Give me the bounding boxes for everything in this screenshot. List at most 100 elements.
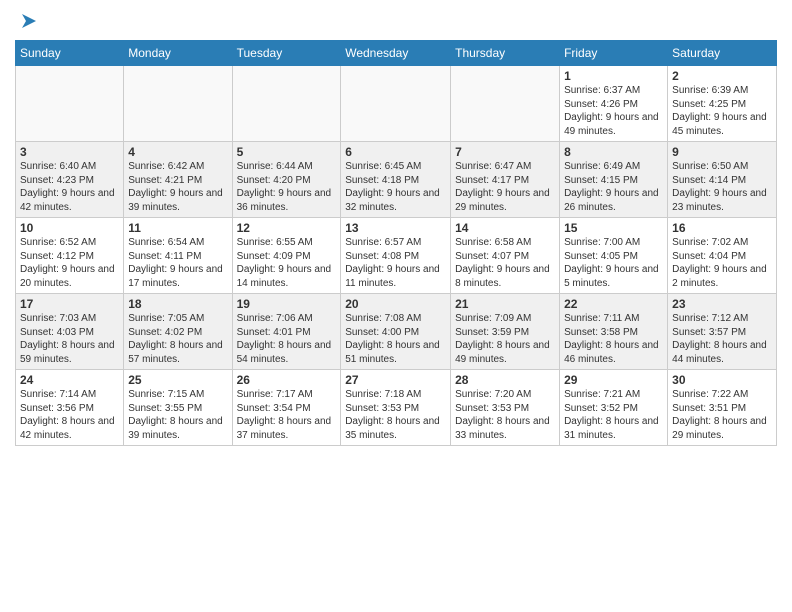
day-number: 27: [345, 373, 446, 387]
calendar-cell: 24Sunrise: 7:14 AMSunset: 3:56 PMDayligh…: [16, 370, 124, 446]
calendar-week-row: 24Sunrise: 7:14 AMSunset: 3:56 PMDayligh…: [16, 370, 777, 446]
calendar-cell: 10Sunrise: 6:52 AMSunset: 4:12 PMDayligh…: [16, 218, 124, 294]
day-number: 25: [128, 373, 227, 387]
col-thursday: Thursday: [451, 41, 560, 66]
day-info: Sunrise: 7:14 AMSunset: 3:56 PMDaylight:…: [20, 388, 119, 442]
day-number: 16: [672, 221, 772, 235]
day-number: 5: [237, 145, 337, 159]
day-info: Sunrise: 7:11 AMSunset: 3:58 PMDaylight:…: [564, 312, 663, 366]
day-info: Sunrise: 6:52 AMSunset: 4:12 PMDaylight:…: [20, 236, 119, 290]
calendar-cell: 15Sunrise: 7:00 AMSunset: 4:05 PMDayligh…: [560, 218, 668, 294]
day-number: 23: [672, 297, 772, 311]
calendar-cell: 4Sunrise: 6:42 AMSunset: 4:21 PMDaylight…: [124, 142, 232, 218]
calendar-cell: [232, 66, 341, 142]
calendar-cell: 16Sunrise: 7:02 AMSunset: 4:04 PMDayligh…: [668, 218, 777, 294]
day-number: 19: [237, 297, 337, 311]
calendar-cell: 7Sunrise: 6:47 AMSunset: 4:17 PMDaylight…: [451, 142, 560, 218]
day-number: 20: [345, 297, 446, 311]
calendar-cell: 28Sunrise: 7:20 AMSunset: 3:53 PMDayligh…: [451, 370, 560, 446]
calendar-cell: 25Sunrise: 7:15 AMSunset: 3:55 PMDayligh…: [124, 370, 232, 446]
day-number: 8: [564, 145, 663, 159]
day-number: 9: [672, 145, 772, 159]
calendar-cell: 23Sunrise: 7:12 AMSunset: 3:57 PMDayligh…: [668, 294, 777, 370]
calendar-cell: 12Sunrise: 6:55 AMSunset: 4:09 PMDayligh…: [232, 218, 341, 294]
calendar-cell: 20Sunrise: 7:08 AMSunset: 4:00 PMDayligh…: [341, 294, 451, 370]
day-info: Sunrise: 6:37 AMSunset: 4:26 PMDaylight:…: [564, 84, 663, 138]
day-info: Sunrise: 7:21 AMSunset: 3:52 PMDaylight:…: [564, 388, 663, 442]
calendar-cell: 5Sunrise: 6:44 AMSunset: 4:20 PMDaylight…: [232, 142, 341, 218]
day-info: Sunrise: 6:50 AMSunset: 4:14 PMDaylight:…: [672, 160, 772, 214]
calendar-cell: 30Sunrise: 7:22 AMSunset: 3:51 PMDayligh…: [668, 370, 777, 446]
day-info: Sunrise: 6:44 AMSunset: 4:20 PMDaylight:…: [237, 160, 337, 214]
day-info: Sunrise: 7:02 AMSunset: 4:04 PMDaylight:…: [672, 236, 772, 290]
day-number: 29: [564, 373, 663, 387]
calendar-week-row: 10Sunrise: 6:52 AMSunset: 4:12 PMDayligh…: [16, 218, 777, 294]
day-info: Sunrise: 7:03 AMSunset: 4:03 PMDaylight:…: [20, 312, 119, 366]
day-info: Sunrise: 6:39 AMSunset: 4:25 PMDaylight:…: [672, 84, 772, 138]
col-sunday: Sunday: [16, 41, 124, 66]
calendar-cell: 13Sunrise: 6:57 AMSunset: 4:08 PMDayligh…: [341, 218, 451, 294]
day-number: 2: [672, 69, 772, 83]
day-number: 17: [20, 297, 119, 311]
day-info: Sunrise: 6:54 AMSunset: 4:11 PMDaylight:…: [128, 236, 227, 290]
calendar-cell: 29Sunrise: 7:21 AMSunset: 3:52 PMDayligh…: [560, 370, 668, 446]
page: Sunday Monday Tuesday Wednesday Thursday…: [0, 0, 792, 612]
day-info: Sunrise: 7:06 AMSunset: 4:01 PMDaylight:…: [237, 312, 337, 366]
day-number: 3: [20, 145, 119, 159]
calendar-cell: [124, 66, 232, 142]
day-info: Sunrise: 6:45 AMSunset: 4:18 PMDaylight:…: [345, 160, 446, 214]
calendar-cell: 27Sunrise: 7:18 AMSunset: 3:53 PMDayligh…: [341, 370, 451, 446]
day-info: Sunrise: 6:58 AMSunset: 4:07 PMDaylight:…: [455, 236, 555, 290]
day-info: Sunrise: 6:55 AMSunset: 4:09 PMDaylight:…: [237, 236, 337, 290]
day-number: 7: [455, 145, 555, 159]
day-info: Sunrise: 7:12 AMSunset: 3:57 PMDaylight:…: [672, 312, 772, 366]
col-monday: Monday: [124, 41, 232, 66]
day-info: Sunrise: 7:20 AMSunset: 3:53 PMDaylight:…: [455, 388, 555, 442]
calendar-cell: 2Sunrise: 6:39 AMSunset: 4:25 PMDaylight…: [668, 66, 777, 142]
day-info: Sunrise: 7:00 AMSunset: 4:05 PMDaylight:…: [564, 236, 663, 290]
logo: [15, 10, 40, 32]
day-info: Sunrise: 7:22 AMSunset: 3:51 PMDaylight:…: [672, 388, 772, 442]
calendar-cell: [451, 66, 560, 142]
day-info: Sunrise: 6:57 AMSunset: 4:08 PMDaylight:…: [345, 236, 446, 290]
calendar-cell: [16, 66, 124, 142]
day-number: 13: [345, 221, 446, 235]
calendar-cell: 22Sunrise: 7:11 AMSunset: 3:58 PMDayligh…: [560, 294, 668, 370]
day-number: 1: [564, 69, 663, 83]
calendar-week-row: 3Sunrise: 6:40 AMSunset: 4:23 PMDaylight…: [16, 142, 777, 218]
day-number: 21: [455, 297, 555, 311]
calendar-cell: 1Sunrise: 6:37 AMSunset: 4:26 PMDaylight…: [560, 66, 668, 142]
day-info: Sunrise: 6:49 AMSunset: 4:15 PMDaylight:…: [564, 160, 663, 214]
day-number: 30: [672, 373, 772, 387]
col-wednesday: Wednesday: [341, 41, 451, 66]
day-number: 11: [128, 221, 227, 235]
calendar-cell: 9Sunrise: 6:50 AMSunset: 4:14 PMDaylight…: [668, 142, 777, 218]
day-info: Sunrise: 7:09 AMSunset: 3:59 PMDaylight:…: [455, 312, 555, 366]
calendar-cell: 18Sunrise: 7:05 AMSunset: 4:02 PMDayligh…: [124, 294, 232, 370]
calendar-cell: 14Sunrise: 6:58 AMSunset: 4:07 PMDayligh…: [451, 218, 560, 294]
calendar-cell: 19Sunrise: 7:06 AMSunset: 4:01 PMDayligh…: [232, 294, 341, 370]
day-number: 4: [128, 145, 227, 159]
day-number: 12: [237, 221, 337, 235]
col-friday: Friday: [560, 41, 668, 66]
col-saturday: Saturday: [668, 41, 777, 66]
day-info: Sunrise: 7:15 AMSunset: 3:55 PMDaylight:…: [128, 388, 227, 442]
day-info: Sunrise: 6:42 AMSunset: 4:21 PMDaylight:…: [128, 160, 227, 214]
logo-icon: [18, 10, 40, 32]
day-number: 14: [455, 221, 555, 235]
calendar-week-row: 1Sunrise: 6:37 AMSunset: 4:26 PMDaylight…: [16, 66, 777, 142]
day-number: 24: [20, 373, 119, 387]
day-number: 10: [20, 221, 119, 235]
calendar-cell: 3Sunrise: 6:40 AMSunset: 4:23 PMDaylight…: [16, 142, 124, 218]
calendar-cell: [341, 66, 451, 142]
day-number: 15: [564, 221, 663, 235]
day-info: Sunrise: 7:05 AMSunset: 4:02 PMDaylight:…: [128, 312, 227, 366]
calendar-cell: 11Sunrise: 6:54 AMSunset: 4:11 PMDayligh…: [124, 218, 232, 294]
calendar-cell: 8Sunrise: 6:49 AMSunset: 4:15 PMDaylight…: [560, 142, 668, 218]
calendar-week-row: 17Sunrise: 7:03 AMSunset: 4:03 PMDayligh…: [16, 294, 777, 370]
day-number: 26: [237, 373, 337, 387]
day-number: 18: [128, 297, 227, 311]
header: [15, 10, 777, 32]
calendar-header-row: Sunday Monday Tuesday Wednesday Thursday…: [16, 41, 777, 66]
calendar-cell: 21Sunrise: 7:09 AMSunset: 3:59 PMDayligh…: [451, 294, 560, 370]
